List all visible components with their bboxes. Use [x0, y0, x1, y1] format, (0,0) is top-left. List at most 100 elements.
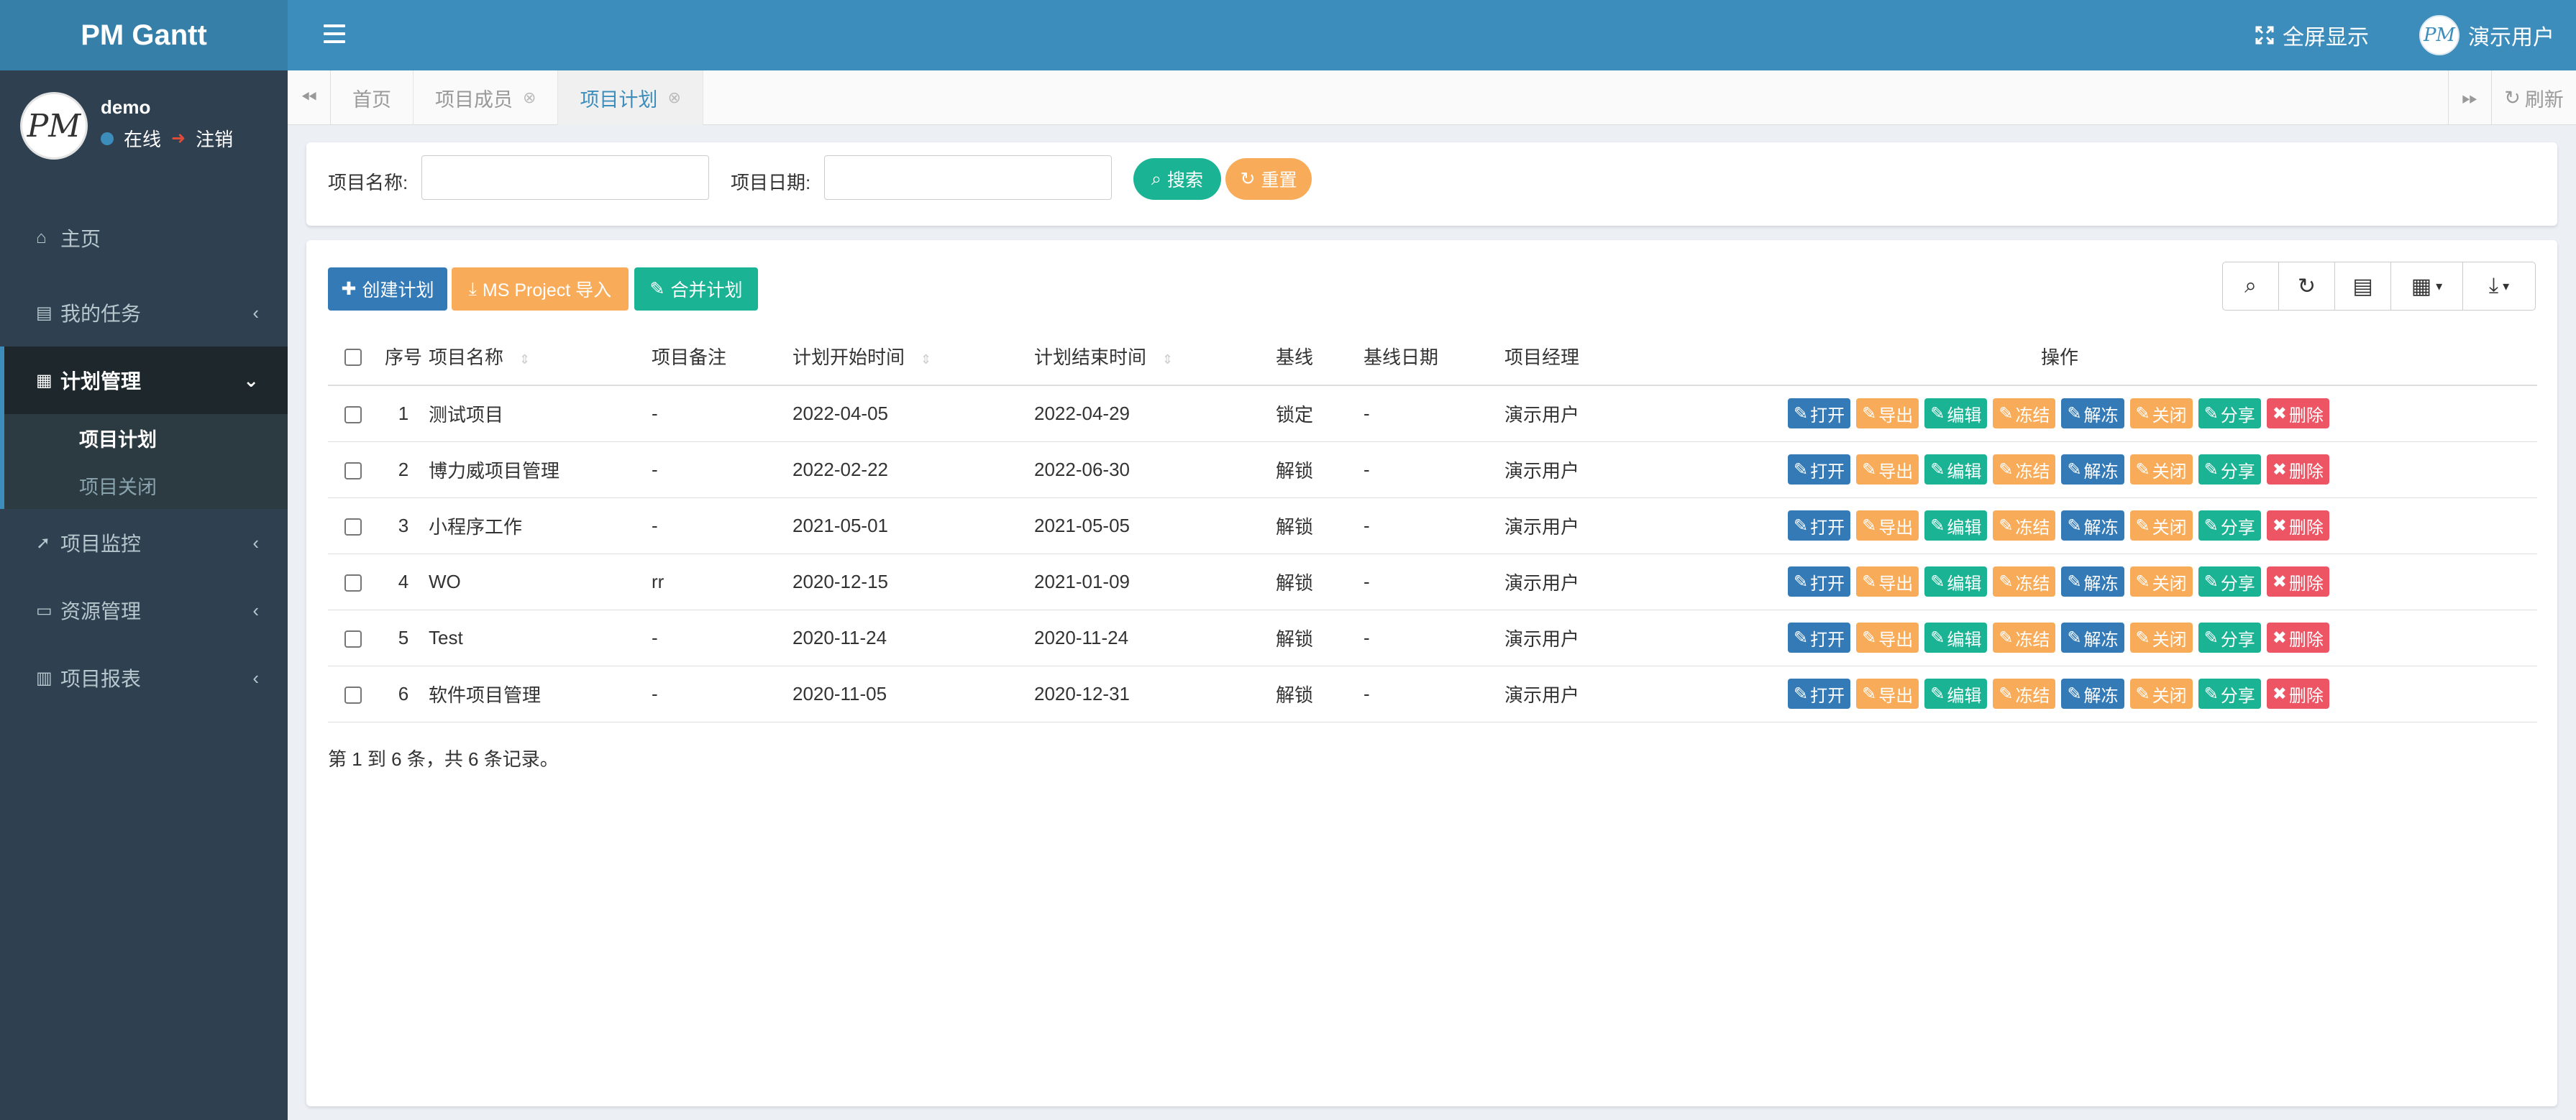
delete-button[interactable]: ✖ 删除: [2266, 510, 2329, 541]
sidebar-subitem-project-close[interactable]: 项目关闭: [4, 462, 288, 509]
table-toggle-view-button[interactable]: ▤: [2335, 262, 2391, 310]
export-button[interactable]: ✎ 导出: [1856, 679, 1919, 709]
delete-button[interactable]: ✖ 删除: [2266, 623, 2329, 653]
edit-button[interactable]: ✎ 编辑: [1924, 679, 1988, 709]
sidebar-subitem-project-plan[interactable]: 项目计划: [4, 414, 288, 462]
open-button[interactable]: ✎ 打开: [1788, 566, 1851, 597]
open-button[interactable]: ✎ 打开: [1788, 398, 1851, 429]
open-button[interactable]: ✎ 打开: [1788, 623, 1851, 653]
edit-button[interactable]: ✎ 编辑: [1924, 454, 1988, 485]
export-button[interactable]: ✎ 导出: [1856, 454, 1919, 485]
tab-home[interactable]: 首页: [331, 70, 414, 125]
search-button[interactable]: ⌕ 搜索: [1133, 158, 1221, 200]
export-button[interactable]: ✎ 导出: [1856, 398, 1919, 429]
header-end[interactable]: 计划结束时间 ⇕: [1034, 328, 1276, 386]
edit-button[interactable]: ✎ 编辑: [1924, 398, 1988, 429]
table-row[interactable]: 6 软件项目管理 -2020-11-05 2020-12-31 解锁 - 演示用户 ✎ 打开 ✎ 导…: [328, 666, 2537, 722]
app-logo[interactable]: PM Gantt: [0, 0, 288, 70]
close-button[interactable]: ✎ 关闭: [2129, 398, 2193, 429]
export-button[interactable]: ✎ 导出: [1856, 623, 1919, 653]
table-row[interactable]: 2 博力威项目管理 -2022-02-22 2022-06-30 解锁 - 演示用户 ✎ 打开 ✎…: [328, 441, 2537, 498]
merge-plan-button[interactable]: ✎ 合并计划: [634, 267, 758, 311]
reset-button[interactable]: ↻ 重置: [1225, 158, 1312, 200]
table-row[interactable]: 4 WO rr 2020-12-15 2021-01-09 解锁 - 演示用户 ✎ 打开 ✎ 导出 ✎ 编…: [328, 554, 2537, 610]
project-date-input[interactable]: [824, 155, 1112, 200]
tab-project-plan[interactable]: 项目计划 ⊗: [558, 70, 703, 125]
close-button[interactable]: ✎ 关闭: [2129, 454, 2193, 485]
sidebar-toggle-icon[interactable]: [324, 24, 345, 45]
delete-button[interactable]: ✖ 删除: [2266, 398, 2329, 429]
fullscreen-button[interactable]: 全屏显示: [2255, 19, 2369, 51]
close-button[interactable]: ✎ 关闭: [2129, 566, 2193, 597]
delete-button[interactable]: ✖ 删除: [2266, 454, 2329, 485]
cell-select: [328, 554, 378, 610]
open-button[interactable]: ✎ 打开: [1788, 510, 1851, 541]
freeze-button[interactable]: ✎ 冻结: [1993, 679, 2056, 709]
freeze-button[interactable]: ✎ 冻结: [1993, 623, 2056, 653]
share-button[interactable]: ✎ 分享: [2198, 566, 2261, 597]
header-name[interactable]: 项目名称 ⇕: [429, 328, 652, 386]
user-menu[interactable]: PM 演示用户: [2419, 15, 2554, 55]
row-checkbox[interactable]: [344, 462, 362, 479]
project-name-input[interactable]: [421, 155, 709, 200]
refresh-tab-button[interactable]: ↻ 刷新: [2491, 70, 2576, 125]
open-button[interactable]: ✎ 打开: [1788, 679, 1851, 709]
unfreeze-button[interactable]: ✎ 解冻: [2061, 454, 2124, 485]
table-row[interactable]: 3 小程序工作 -2021-05-01 2021-05-05 解锁 - 演示用户 ✎ 打开 ✎ 导出…: [328, 497, 2537, 554]
status-online: 在线: [124, 129, 162, 150]
sidebar-item-resource-management[interactable]: ▭ 资源管理 ‹: [0, 577, 288, 644]
close-button[interactable]: ✎ 关闭: [2129, 679, 2193, 709]
table-refresh-button[interactable]: ↻: [2279, 262, 2335, 310]
row-checkbox[interactable]: [344, 630, 362, 648]
freeze-button[interactable]: ✎ 冻结: [1993, 566, 2056, 597]
tabs-scroll-left-icon[interactable]: ⏪︎: [288, 70, 331, 125]
header-start[interactable]: 计划开始时间 ⇕: [793, 328, 1034, 386]
sidebar-item-project-report[interactable]: ▥ 项目报表 ‹: [0, 644, 288, 712]
close-icon[interactable]: ⊗: [667, 88, 680, 107]
table-row[interactable]: 1 测试项目 -2022-04-05 2022-04-29 锁定 - 演示用户 ✎ 打开 ✎ 导出 ✎…: [328, 385, 2537, 442]
share-button[interactable]: ✎ 分享: [2198, 454, 2261, 485]
ms-project-import-button[interactable]: ⤓ MS Project 导入: [452, 267, 629, 311]
freeze-button[interactable]: ✎ 冻结: [1993, 454, 2056, 485]
row-checkbox[interactable]: [344, 518, 362, 536]
close-button[interactable]: ✎ 关闭: [2129, 623, 2193, 653]
sidebar-item-plan-management[interactable]: ▦ 计划管理 ⌄: [0, 346, 288, 414]
tabs-scroll-right-icon[interactable]: ⏩︎: [2448, 70, 2491, 125]
edit-button[interactable]: ✎ 编辑: [1924, 623, 1988, 653]
close-button[interactable]: ✎ 关闭: [2129, 510, 2193, 541]
unfreeze-button[interactable]: ✎ 解冻: [2061, 623, 2124, 653]
unfreeze-button[interactable]: ✎ 解冻: [2061, 510, 2124, 541]
create-plan-button[interactable]: ✚ 创建计划: [328, 267, 447, 311]
share-button[interactable]: ✎ 分享: [2198, 623, 2261, 653]
export-button[interactable]: ✎ 导出: [1856, 510, 1919, 541]
close-icon[interactable]: ⊗: [523, 88, 536, 107]
delete-button[interactable]: ✖ 删除: [2266, 679, 2329, 709]
row-checkbox[interactable]: [344, 686, 362, 704]
sidebar-item-project-monitor[interactable]: ➚ 项目监控 ‹: [0, 509, 288, 577]
logout-icon[interactable]: ➜: [171, 128, 186, 149]
table-search-button[interactable]: ⌕: [2223, 262, 2279, 310]
unfreeze-button[interactable]: ✎ 解冻: [2061, 566, 2124, 597]
table-export-button[interactable]: ⤓ ▾: [2463, 262, 2535, 310]
delete-button[interactable]: ✖ 删除: [2266, 566, 2329, 597]
unfreeze-button[interactable]: ✎ 解冻: [2061, 398, 2124, 429]
sidebar-item-my-tasks[interactable]: ▤ 我的任务 ‹: [0, 279, 288, 346]
share-button[interactable]: ✎ 分享: [2198, 510, 2261, 541]
unfreeze-button[interactable]: ✎ 解冻: [2061, 679, 2124, 709]
select-all-checkbox[interactable]: [344, 349, 362, 367]
freeze-button[interactable]: ✎ 冻结: [1993, 398, 2056, 429]
sidebar-item-home[interactable]: ⌂ 主页: [0, 211, 288, 265]
export-button[interactable]: ✎ 导出: [1856, 566, 1919, 597]
freeze-button[interactable]: ✎ 冻结: [1993, 510, 2056, 541]
tab-project-members[interactable]: 项目成员 ⊗: [414, 70, 559, 125]
table-row[interactable]: 5 Test -2020-11-24 2020-11-24 解锁 - 演示用户 ✎ 打开 ✎ 导出 ✎…: [328, 610, 2537, 666]
edit-button[interactable]: ✎ 编辑: [1924, 566, 1988, 597]
logout-link[interactable]: 注销: [196, 125, 233, 152]
row-checkbox[interactable]: [344, 405, 362, 423]
edit-button[interactable]: ✎ 编辑: [1924, 510, 1988, 541]
share-button[interactable]: ✎ 分享: [2198, 679, 2261, 709]
share-button[interactable]: ✎ 分享: [2198, 398, 2261, 429]
open-button[interactable]: ✎ 打开: [1788, 454, 1851, 485]
table-columns-button[interactable]: ▦ ▾: [2391, 262, 2463, 310]
row-checkbox[interactable]: [344, 574, 362, 592]
